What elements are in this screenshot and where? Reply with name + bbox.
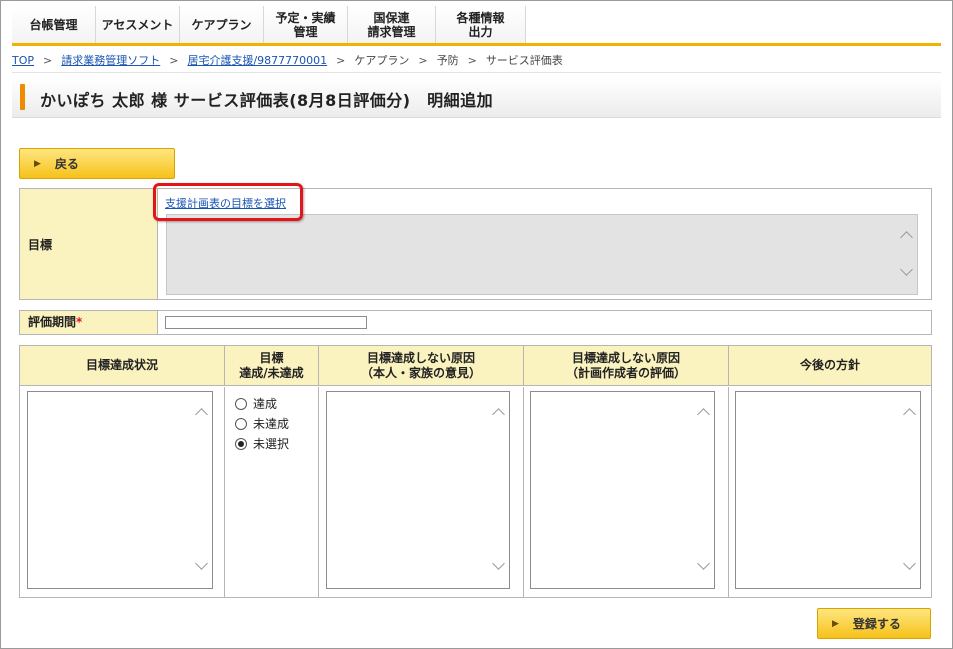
- cell-achieved-not: 達成 未達成 未選択: [225, 387, 319, 597]
- scroll-up-icon[interactable]: [195, 408, 208, 421]
- breadcrumb: TOP > 請求業務管理ソフト > 居宅介護支援/9877770001 > ケアプラン > 予防…: [12, 54, 563, 67]
- cell-reason-family: [319, 387, 524, 597]
- register-button[interactable]: ▶ 登録する: [817, 608, 931, 639]
- scroll-down-icon[interactable]: [697, 557, 710, 570]
- scroll-down-icon[interactable]: [900, 263, 913, 276]
- scroll-up-icon[interactable]: [900, 231, 913, 244]
- page-title-bar: かいぽち 太郎 様 サービス評価表(8月8日評価分) 明細追加: [12, 78, 941, 118]
- scroll-down-icon[interactable]: [195, 557, 208, 570]
- back-button-label: 戻る: [54, 157, 79, 171]
- achievement-status-scrollbar[interactable]: [194, 392, 210, 588]
- evaluation-table: 目標達成状況 目標 達成/未達成 目標達成しない原因 （本人・家族の意見） 目標達成…: [19, 345, 932, 598]
- reason-planner-scrollbar[interactable]: [696, 392, 712, 588]
- cell-achievement-status: [20, 387, 225, 597]
- evaluation-period-input[interactable]: [165, 316, 367, 329]
- scroll-down-icon[interactable]: [492, 557, 505, 570]
- breadcrumb-top[interactable]: TOP: [12, 54, 34, 67]
- scroll-down-icon[interactable]: [903, 557, 916, 570]
- header-reason-family: 目標達成しない原因 （本人・家族の意見）: [319, 346, 524, 386]
- scroll-up-icon[interactable]: [903, 408, 916, 421]
- menu-tab-schedule[interactable]: 予定・実績 管理: [264, 6, 348, 43]
- breadcrumb-divider: [12, 72, 941, 73]
- menu-tab-careplan[interactable]: ケアプラン: [180, 6, 264, 43]
- radio-not-achieved[interactable]: 未達成: [235, 415, 289, 432]
- radio-achieved[interactable]: 達成: [235, 395, 277, 412]
- header-achieved-not: 目標 達成/未達成: [225, 346, 319, 386]
- highlight-box: [153, 183, 303, 221]
- radio-not-achieved-button[interactable]: [235, 417, 247, 430]
- breadcrumb-current: サービス評価表: [485, 54, 563, 67]
- goal-scrollbar[interactable]: [899, 215, 915, 294]
- header-achievement-status: 目標達成状況: [20, 346, 225, 386]
- header-future-policy: 今後の方針: [729, 346, 931, 386]
- goal-label: 目標: [20, 189, 158, 299]
- radio-achieved-button[interactable]: [235, 397, 247, 410]
- breadcrumb-prevention: 予防: [436, 54, 459, 67]
- reason-family-scrollbar[interactable]: [491, 392, 507, 588]
- top-menu: 台帳管理 アセスメント ケアプラン 予定・実績 管理 国保連 請求管理 各種情報 出力: [12, 6, 941, 46]
- chevron-right-icon: ▶: [832, 618, 839, 629]
- breadcrumb-office[interactable]: 居宅介護支援/9877770001: [187, 54, 327, 67]
- cell-reason-planner: [524, 387, 729, 597]
- menu-tab-ledger[interactable]: 台帳管理: [12, 6, 96, 43]
- header-reason-planner: 目標達成しない原因 （計画作成者の評価）: [524, 346, 729, 386]
- evaluation-period-section: 評価期間*: [19, 310, 932, 335]
- menu-tab-billing[interactable]: 国保連 請求管理: [348, 6, 436, 43]
- scroll-up-icon[interactable]: [492, 408, 505, 421]
- cell-future-policy: [729, 387, 931, 597]
- required-mark: *: [76, 315, 83, 329]
- title-accent-bar: [20, 84, 25, 110]
- radio-unselected-button[interactable]: [235, 437, 247, 450]
- reason-family-textarea[interactable]: [326, 391, 510, 589]
- achievement-status-textarea[interactable]: [27, 391, 213, 589]
- future-policy-scrollbar[interactable]: [902, 392, 918, 588]
- menu-tab-assessment[interactable]: アセスメント: [96, 6, 180, 43]
- breadcrumb-billing-soft[interactable]: 請求業務管理ソフト: [61, 54, 160, 67]
- radio-unselected[interactable]: 未選択: [235, 435, 289, 452]
- menu-tab-output[interactable]: 各種情報 出力: [436, 6, 526, 43]
- breadcrumb-careplan: ケアプラン: [354, 54, 410, 67]
- page-title: かいぽち 太郎 様 サービス評価表(8月8日評価分) 明細追加: [40, 91, 494, 110]
- chevron-right-icon: ▶: [34, 158, 41, 169]
- goal-textarea[interactable]: [166, 214, 918, 295]
- evaluation-period-label: 評価期間*: [20, 311, 158, 334]
- scroll-up-icon[interactable]: [697, 408, 710, 421]
- future-policy-textarea[interactable]: [735, 391, 921, 589]
- reason-planner-textarea[interactable]: [530, 391, 715, 589]
- back-button[interactable]: ▶ 戻る: [19, 148, 175, 179]
- register-button-label: 登録する: [852, 617, 901, 631]
